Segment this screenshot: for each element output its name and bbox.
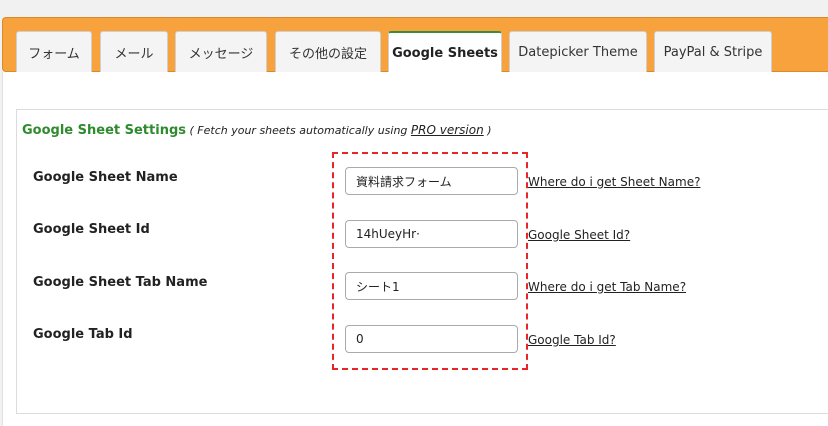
tab-name-label: Google Sheet Tab Name bbox=[33, 275, 208, 290]
tab-bar: フォーム メール メッセージ その他の設定 Google Sheets Date… bbox=[2, 17, 828, 74]
sheet-name-label: Google Sheet Name bbox=[33, 170, 178, 185]
tab-datepicker-theme[interactable]: Datepicker Theme bbox=[509, 31, 647, 73]
tab-id-help-link[interactable]: Google Tab Id? bbox=[528, 333, 616, 347]
settings-note-prefix: ( Fetch your sheets automatically using bbox=[186, 124, 411, 137]
tab-paypal-stripe[interactable]: PayPal & Stripe bbox=[654, 31, 772, 73]
app-root: フォーム メール メッセージ その他の設定 Google Sheets Date… bbox=[0, 0, 828, 426]
sheet-id-label: Google Sheet Id bbox=[33, 222, 150, 237]
settings-heading: Google Sheet Settings ( Fetch your sheet… bbox=[22, 123, 492, 138]
tab-google-sheets[interactable]: Google Sheets bbox=[388, 31, 502, 74]
tab-mail[interactable]: メール bbox=[100, 31, 168, 73]
settings-panel bbox=[16, 109, 828, 414]
sheet-id-input[interactable]: 14hUeyHr· bbox=[345, 220, 518, 248]
tab-id-label: Google Tab Id bbox=[33, 327, 133, 342]
tab-form[interactable]: フォーム bbox=[16, 31, 92, 73]
pro-version-link[interactable]: PRO version bbox=[411, 123, 484, 137]
tab-id-input[interactable]: 0 bbox=[345, 325, 518, 353]
tab-name-input[interactable]: シート1 bbox=[345, 272, 518, 300]
tab-other-settings[interactable]: その他の設定 bbox=[275, 31, 381, 73]
sheet-name-help-link[interactable]: Where do i get Sheet Name? bbox=[528, 175, 700, 189]
settings-title: Google Sheet Settings bbox=[22, 123, 186, 138]
tab-message[interactable]: メッセージ bbox=[175, 31, 267, 73]
tab-name-help-link[interactable]: Where do i get Tab Name? bbox=[528, 280, 686, 294]
sheet-name-input[interactable]: 資料請求フォーム bbox=[345, 167, 518, 195]
settings-note-suffix: ) bbox=[483, 124, 492, 137]
sheet-id-help-link[interactable]: Google Sheet Id? bbox=[528, 228, 630, 242]
